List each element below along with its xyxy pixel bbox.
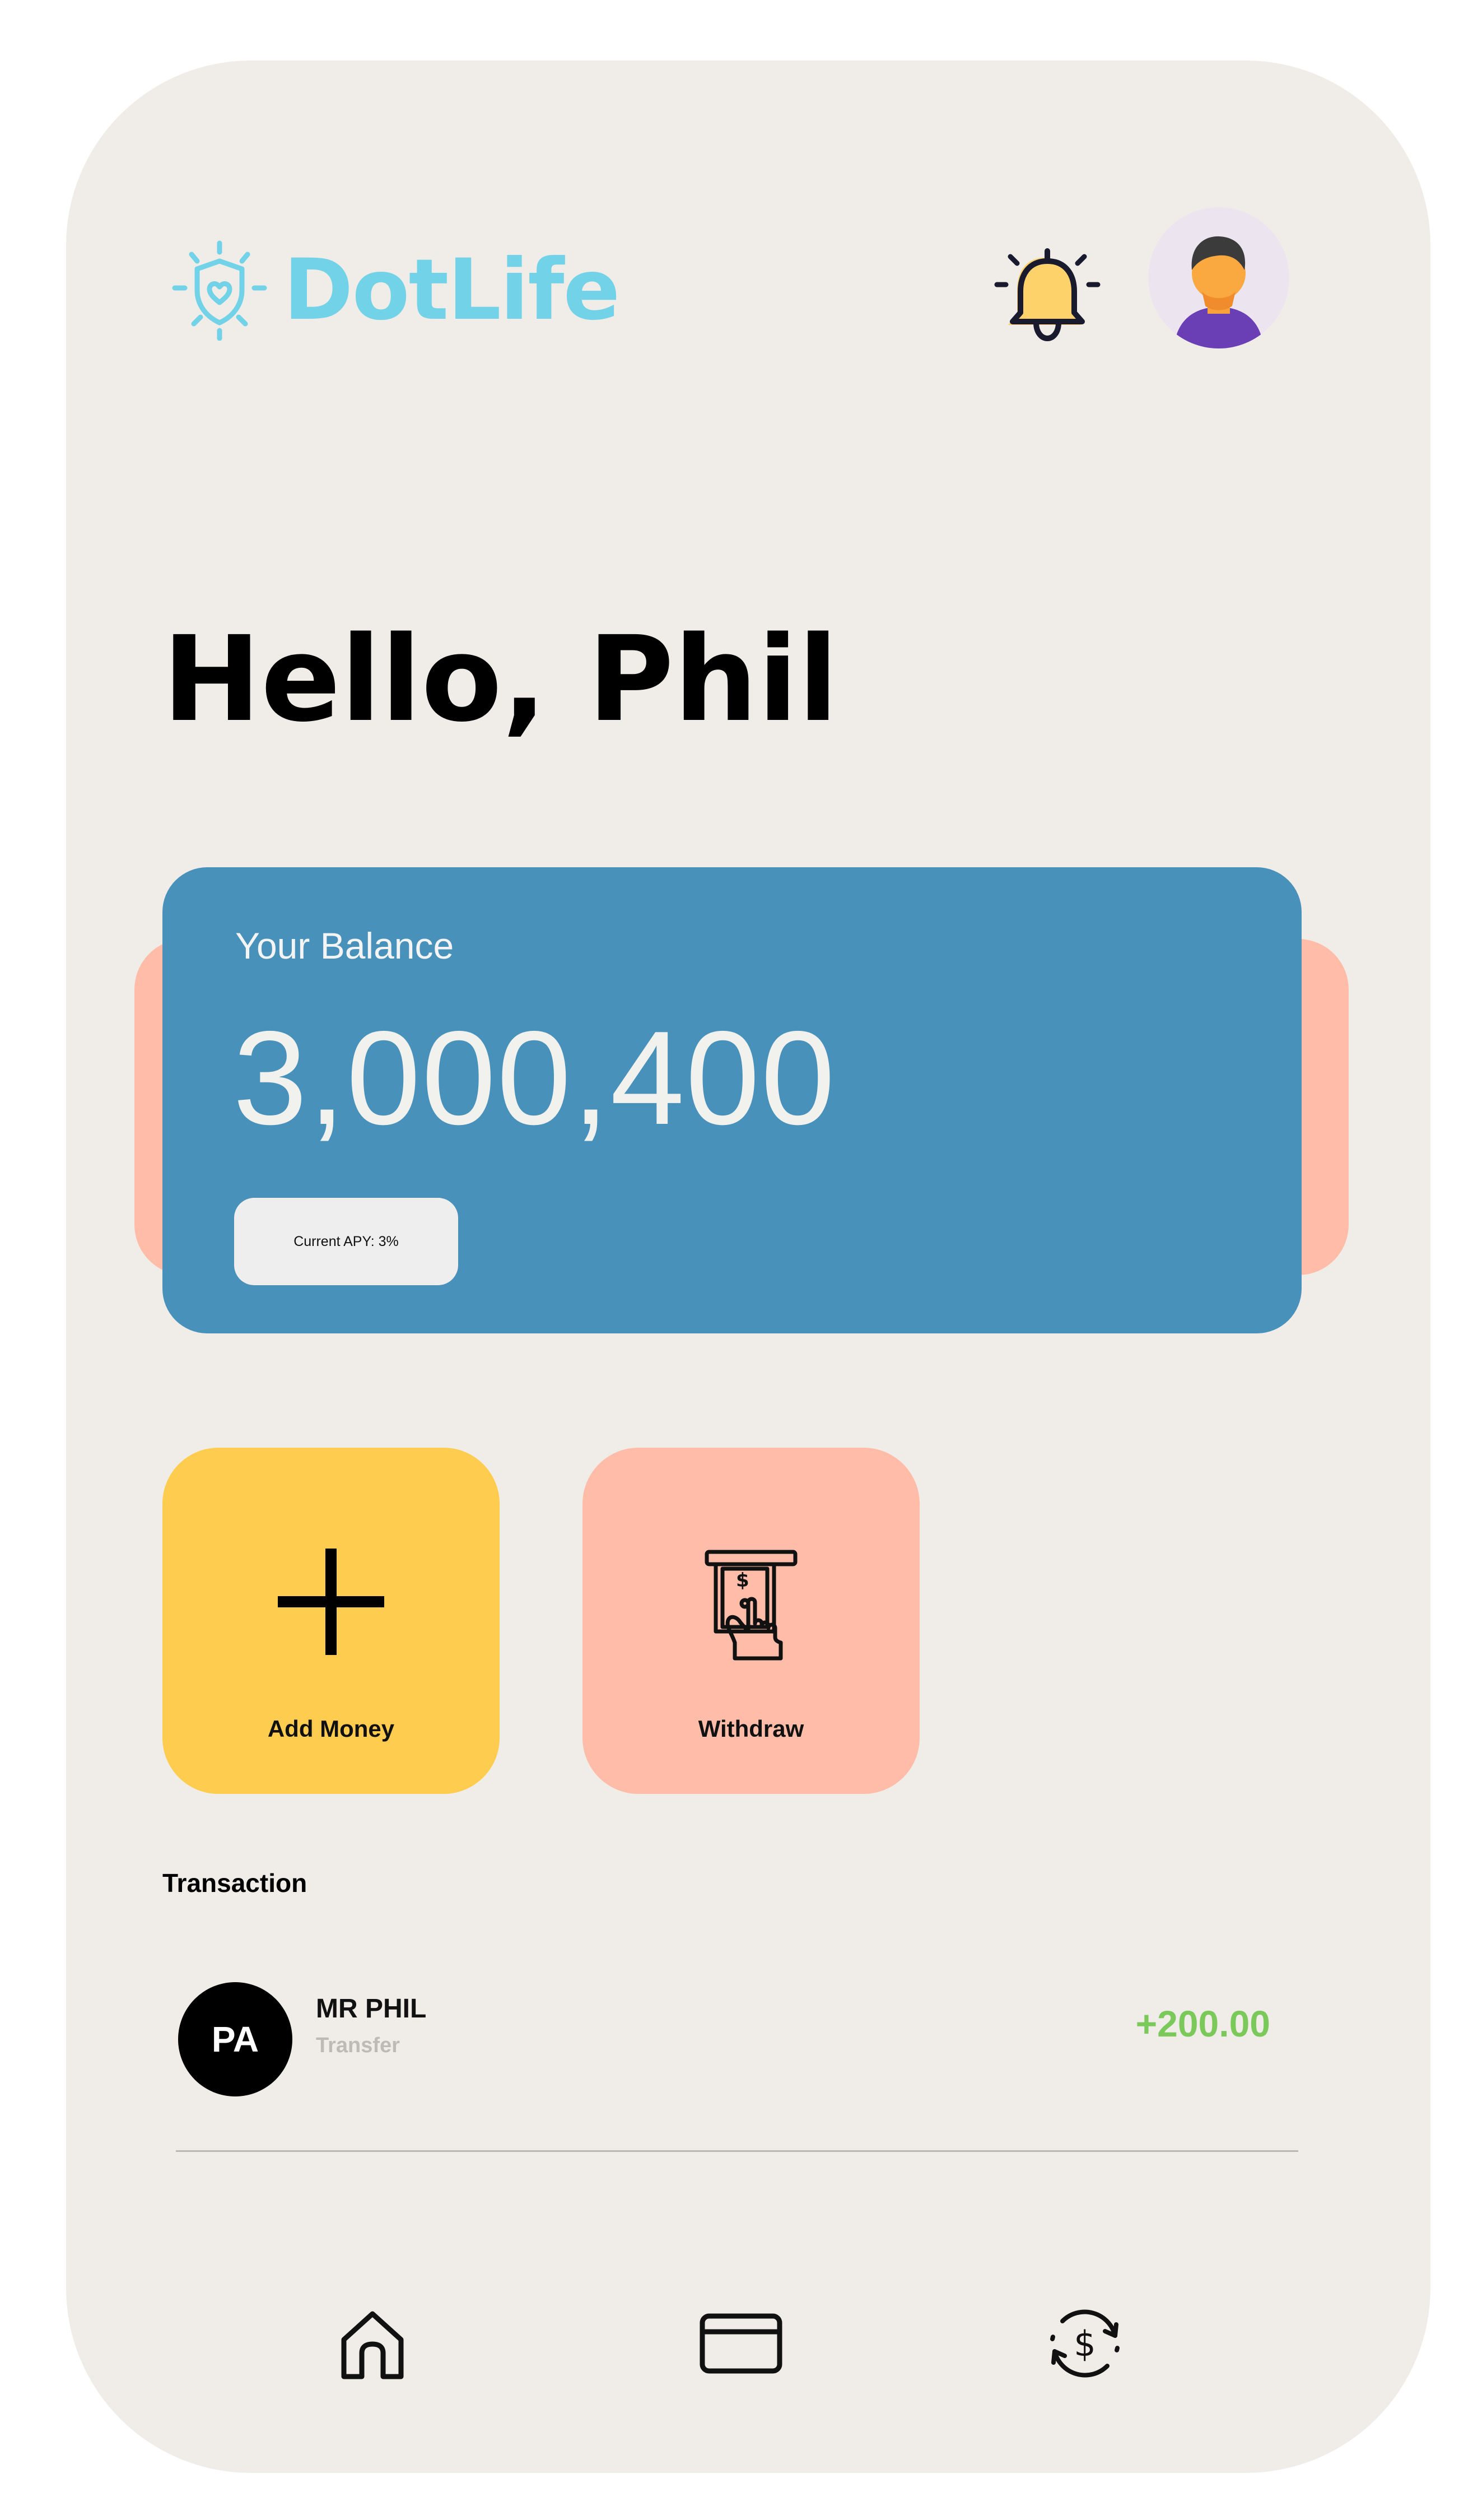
shield-heart-icon <box>172 240 267 341</box>
apy-badge: Current APY: 3% <box>234 1198 458 1285</box>
add-money-button[interactable]: Add Money <box>162 1448 500 1794</box>
transaction-name: MR PHIL <box>316 1994 427 2024</box>
transaction-avatar: PA <box>178 1982 292 2096</box>
profile-avatar[interactable] <box>1148 207 1289 348</box>
balance-amount: 3,000,400 <box>233 1004 836 1152</box>
transaction-row[interactable]: PA MR PHIL Transfer +200.00 <box>178 1982 1309 2100</box>
transaction-type: Transfer <box>316 2034 400 2057</box>
greeting-heading: Hello, Phil <box>162 611 838 748</box>
svg-text:$: $ <box>1074 2323 1096 2364</box>
currency-exchange-icon: $ <box>1050 2309 1120 2378</box>
atm-cash-icon: $ <box>705 1550 798 1661</box>
app-screen: DotLife Hello, Phil Your Balance 3,000,4… <box>66 61 1430 2473</box>
app-logo: DotLife <box>169 240 620 341</box>
balance-card[interactable]: Your Balance 3,000,400 Current APY: 3% <box>162 867 1302 1333</box>
add-money-label: Add Money <box>267 1715 395 1742</box>
balance-label: Your Balance <box>235 925 454 966</box>
transaction-divider <box>176 2150 1298 2152</box>
app-name: DotLife <box>283 241 620 339</box>
withdraw-label: Withdraw <box>698 1715 804 1742</box>
home-icon <box>341 2311 404 2379</box>
withdraw-button[interactable]: $ Withdraw <box>582 1448 920 1794</box>
user-avatar-icon <box>1174 236 1264 348</box>
svg-text:$: $ <box>736 1569 749 1592</box>
bell-icon <box>994 248 1101 342</box>
nav-home[interactable] <box>325 2296 420 2391</box>
plus-icon <box>278 1549 384 1655</box>
transactions-heading: Transaction <box>162 1868 307 1898</box>
nav-exchange[interactable]: $ <box>1037 2296 1132 2391</box>
nav-cards[interactable] <box>693 2296 789 2391</box>
notification-button[interactable] <box>980 229 1109 357</box>
transaction-amount: +200.00 <box>1135 2003 1270 2044</box>
card-icon <box>700 2313 782 2374</box>
